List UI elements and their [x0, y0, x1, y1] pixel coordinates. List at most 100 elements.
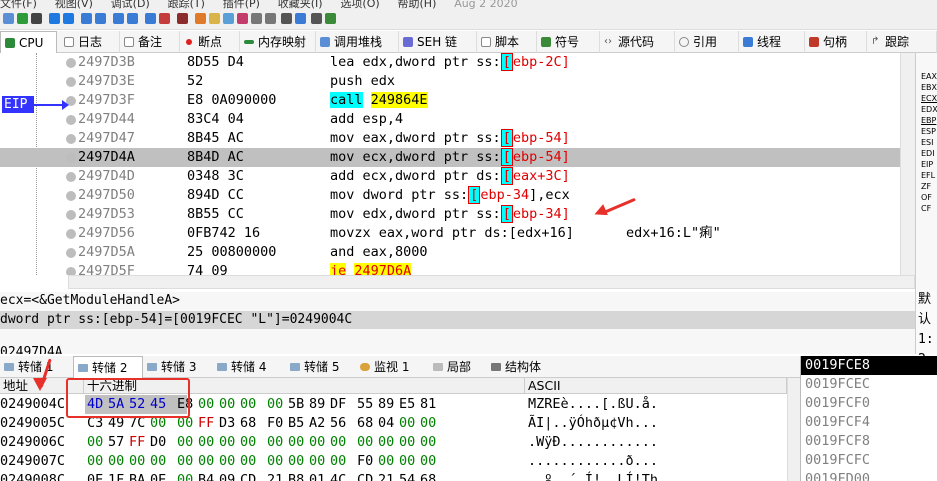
hex-byte[interactable]: 57	[108, 433, 129, 452]
hex-byte[interactable]: 89	[309, 395, 330, 414]
tab-symbols[interactable]: 符号	[537, 31, 600, 53]
close-icon[interactable]	[31, 13, 42, 24]
dump-row[interactable]: 0249008C 0E 1F BA 0E 00 B4 09 CD 21 B8 01 4C CD 21 54 68…	[0, 471, 790, 481]
hex-byte[interactable]: FF	[129, 433, 150, 452]
disasm-row[interactable]: 2497D4D 0348 3C add ecx,dword ptr ds:[ea…	[0, 167, 900, 186]
hex-byte[interactable]: BA	[129, 471, 150, 481]
breakpoint-dot[interactable]	[66, 210, 76, 220]
hex-byte[interactable]: 4C	[330, 471, 351, 481]
hex-byte[interactable]: 00	[267, 433, 288, 452]
hex-byte[interactable]: 00	[177, 452, 198, 471]
hex-byte[interactable]: 21	[378, 471, 399, 481]
menu-plugins[interactable]: 插件(P)	[223, 0, 260, 10]
hash-icon[interactable]	[265, 13, 276, 24]
disassembly-view[interactable]: 2497D3B 8D55 D4 lea edx,dword ptr ss:[eb…	[0, 53, 915, 275]
hex-byte[interactable]: 00	[399, 452, 420, 471]
hex-byte[interactable]: 00	[288, 452, 309, 471]
hex-byte[interactable]: 00	[330, 452, 351, 471]
hex-byte[interactable]: 00	[177, 433, 198, 452]
hex-byte[interactable]: 09	[219, 471, 240, 481]
hex-byte[interactable]: 00	[357, 433, 378, 452]
menu-view[interactable]: 视图(V)	[55, 0, 93, 10]
hex-byte[interactable]: 00	[420, 433, 441, 452]
open-icon[interactable]	[3, 13, 14, 24]
hex-byte[interactable]: 00	[240, 433, 261, 452]
breakpoint-dot[interactable]	[66, 134, 76, 144]
tab-references[interactable]: 引用	[675, 31, 739, 53]
restart-icon[interactable]	[17, 13, 28, 24]
hex-byte[interactable]: 56	[330, 414, 351, 433]
tab-breakpoints[interactable]: 断点	[180, 31, 240, 53]
breakpoint-dot[interactable]	[66, 267, 76, 275]
hex-byte[interactable]: 55	[357, 395, 378, 414]
hex-byte[interactable]: 00	[198, 452, 219, 471]
hex-byte[interactable]: 00	[420, 414, 441, 433]
breakpoint-dot[interactable]	[66, 248, 76, 258]
hex-byte[interactable]: 68	[357, 414, 378, 433]
tab-handles[interactable]: 句柄	[805, 31, 867, 53]
hex-byte[interactable]: 21	[267, 471, 288, 481]
tab-dump-3[interactable]: 转储 3	[143, 356, 213, 378]
default-dropdown[interactable]: 默认	[918, 290, 937, 330]
disasm-row[interactable]: 2497D3F E8 0A090000 call 249864E	[0, 91, 900, 110]
menu-help[interactable]: 帮助(H)	[398, 0, 437, 10]
tab-cpu[interactable]: CPU	[0, 31, 57, 53]
disasm-row[interactable]: 2497D5A 25 00800000 and eax,8000	[0, 243, 900, 262]
hex-byte[interactable]: DF	[330, 395, 351, 414]
stack-row[interactable]: 0019FD00	[801, 470, 937, 481]
hex-byte[interactable]: 89	[378, 395, 399, 414]
disasm-row[interactable]: 2497D3E 52 push edx	[0, 72, 900, 91]
trace-into-icon[interactable]	[113, 13, 124, 24]
ascii-header[interactable]: ASCII	[525, 378, 787, 394]
hex-byte[interactable]: CD	[240, 471, 261, 481]
stack-row[interactable]: 0019FCF8	[801, 432, 937, 451]
menu-debug[interactable]: 调试(D)	[111, 0, 150, 10]
breakpoint-dot[interactable]	[66, 77, 76, 87]
hex-byte[interactable]: 04	[378, 414, 399, 433]
hex-byte[interactable]: CD	[357, 471, 378, 481]
patch-icon[interactable]	[195, 13, 206, 24]
step-over-icon[interactable]	[95, 13, 106, 24]
disasm-row[interactable]: 2497D47 8B45 AC mov eax,dword ptr ss:[eb…	[0, 129, 900, 148]
tab-dump-2[interactable]: 转储 2	[73, 356, 143, 378]
tab-log[interactable]: 日志	[60, 31, 120, 53]
breakpoint-dot[interactable]	[66, 172, 76, 182]
font-icon[interactable]	[281, 13, 292, 24]
chart-icon[interactable]	[295, 13, 306, 24]
hex-byte[interactable]: 00	[330, 433, 351, 452]
stack-row[interactable]: 0019FCFC	[801, 451, 937, 470]
hex-byte[interactable]: B4	[198, 471, 219, 481]
hex-byte[interactable]: 01	[309, 471, 330, 481]
disasm-vertical-scrollbar[interactable]	[900, 53, 915, 275]
hex-byte[interactable]: 00	[198, 433, 219, 452]
hex-byte[interactable]: 1F	[108, 471, 129, 481]
stack-row[interactable]: 0019FCEC	[801, 375, 937, 394]
hex-byte[interactable]: 00	[420, 452, 441, 471]
run-icon[interactable]	[49, 13, 60, 24]
hex-byte[interactable]: 00	[87, 433, 108, 452]
breakpoint-dot[interactable]	[66, 191, 76, 201]
tab-notes[interactable]: 备注	[120, 31, 180, 53]
hex-byte[interactable]: 54	[399, 471, 420, 481]
disasm-horizontal-scrollbar[interactable]	[68, 275, 915, 289]
stack-row-current[interactable]: 0019FCE8	[801, 356, 937, 375]
menu-favourites[interactable]: 收藏夹(I)	[278, 0, 323, 10]
label-icon[interactable]	[223, 13, 234, 24]
hex-byte[interactable]: 00	[399, 433, 420, 452]
menu-file[interactable]: 文件(F)	[0, 0, 37, 10]
hex-byte[interactable]: 00	[219, 395, 240, 414]
tab-call-stack[interactable]: 调用堆栈	[316, 31, 399, 53]
hex-byte[interactable]: 00	[288, 433, 309, 452]
disasm-row-current[interactable]: 2497D4A 8B4D AC mov ecx,dword ptr ss:[eb…	[0, 148, 900, 167]
hex-byte[interactable]: A2	[309, 414, 330, 433]
disasm-row[interactable]: 2497D50 894D CC mov dword ptr ss:[ebp-34…	[0, 186, 900, 205]
hex-byte[interactable]: 00	[219, 433, 240, 452]
tab-trace[interactable]: ↱ 跟踪	[867, 31, 937, 53]
animate-icon[interactable]	[159, 13, 170, 24]
hex-byte[interactable]: 0E	[150, 471, 171, 481]
dump-row[interactable]: 0249007C 00 00 00 00 00 00 00 00 00 00 00 00 F0 00 00 00…	[0, 452, 790, 471]
tab-threads[interactable]: 线程	[739, 31, 805, 53]
menu-options[interactable]: 选项(O)	[340, 0, 379, 10]
tab-seh-chain[interactable]: SEH 链	[399, 31, 477, 53]
tab-struct[interactable]: 结构体	[487, 356, 557, 378]
